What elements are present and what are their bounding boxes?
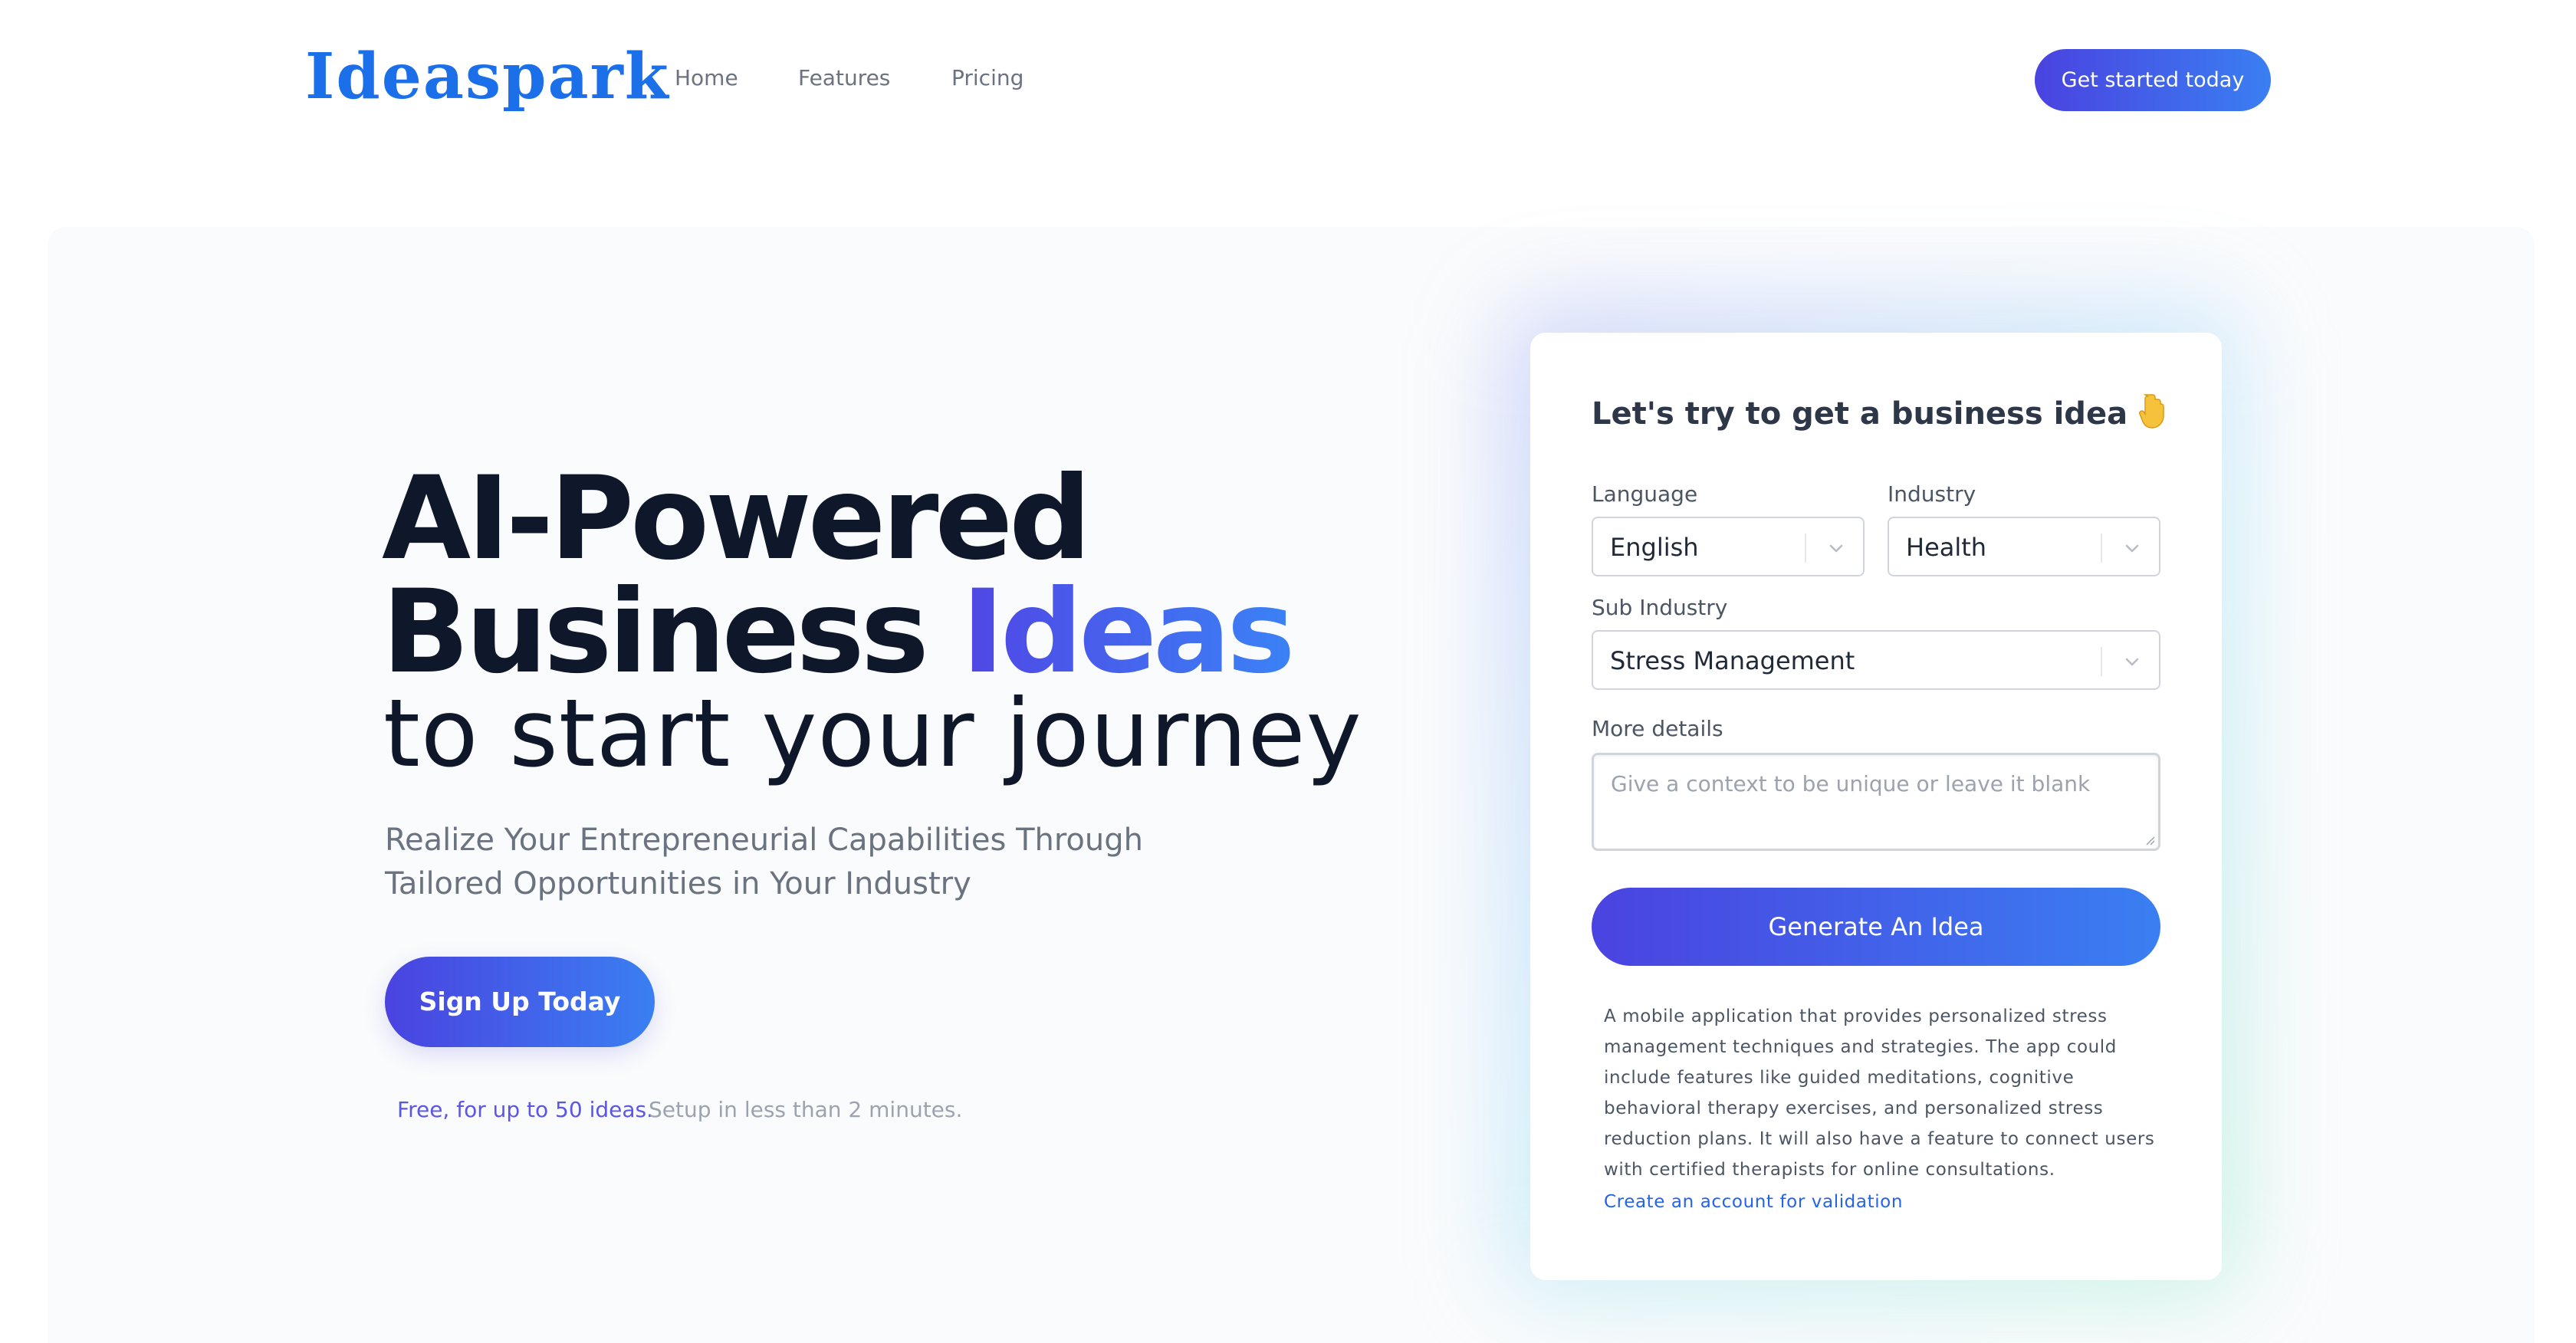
- chevron-down-icon[interactable]: [2121, 537, 2144, 560]
- sub-industry-select-value: Stress Management: [1610, 646, 1855, 675]
- generated-idea-text: A mobile application that provides perso…: [1604, 1006, 2155, 1180]
- sub-industry-select[interactable]: Stress Management: [1592, 630, 2160, 690]
- sign-up-button[interactable]: Sign Up Today: [385, 957, 655, 1047]
- get-started-button[interactable]: Get started today: [2035, 49, 2271, 111]
- create-account-link[interactable]: Create an account for validation: [1604, 1187, 1903, 1217]
- card-title-text: Let's try to get a business idea: [1592, 396, 2128, 432]
- more-details-textarea[interactable]: Give a context to be unique or leave it …: [1592, 753, 2160, 851]
- chevron-down-icon[interactable]: [2121, 650, 2144, 673]
- hero-subheading: Realize Your Entrepreneurial Capabilitie…: [385, 823, 1143, 901]
- select-separator: [2101, 534, 2102, 563]
- setup-time-note: Setup in less than 2 minutes.: [649, 1097, 963, 1122]
- hero-heading-line3: to start your journey: [383, 679, 1362, 788]
- pointing-down-hand-icon: [2138, 393, 2166, 430]
- free-plan-note: Free, for up to 50 ideas.: [397, 1097, 654, 1122]
- more-details-placeholder: Give a context to be unique or leave it …: [1611, 771, 2091, 796]
- industry-select[interactable]: Health: [1888, 517, 2160, 576]
- language-label: Language: [1592, 481, 1698, 507]
- nav-link-home[interactable]: Home: [675, 63, 738, 94]
- resize-handle-icon[interactable]: [2143, 833, 2155, 846]
- generate-idea-button[interactable]: Generate An Idea: [1592, 888, 2160, 966]
- landing-page: Ideaspark Home Features Pricing Get star…: [0, 0, 2576, 1343]
- nav-link-pricing[interactable]: Pricing: [951, 63, 1024, 94]
- industry-label: Industry: [1888, 481, 1976, 507]
- card-title: Let's try to get a business idea: [1592, 392, 2166, 435]
- sub-industry-label: Sub Industry: [1592, 595, 1728, 620]
- industry-select-value: Health: [1906, 533, 1987, 562]
- chevron-down-icon[interactable]: [1825, 537, 1848, 560]
- select-separator: [2101, 647, 2102, 676]
- select-separator: [1805, 534, 1806, 563]
- top-navigation: Ideaspark Home Features Pricing Get star…: [0, 0, 2576, 158]
- hero-heading-line1: AI-Powered: [382, 452, 1092, 586]
- more-details-label: More details: [1592, 716, 1723, 741]
- language-select[interactable]: English: [1592, 517, 1865, 576]
- idea-generator-card: Let's try to get a business idea Languag…: [1530, 333, 2222, 1280]
- nav-link-features[interactable]: Features: [798, 63, 890, 94]
- brand-logo[interactable]: Ideaspark: [305, 34, 670, 120]
- language-select-value: English: [1610, 533, 1699, 562]
